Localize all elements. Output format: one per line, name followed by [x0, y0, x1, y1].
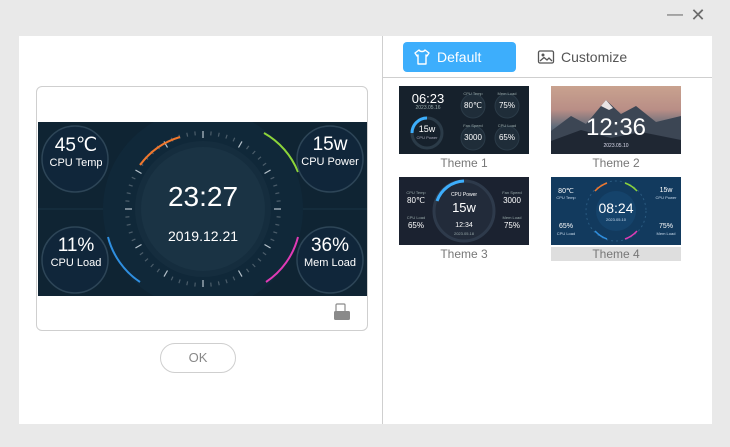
clock-date: 2019.12.21 [167, 228, 239, 244]
theme-thumbnail: CPU Power 15w 12:34 2023.05.18 CPU Temp … [399, 177, 529, 245]
tab-label: Customize [561, 49, 628, 65]
thumb-gauges [410, 93, 520, 151]
theme-thumbnail: 08:24 2023.05.10 80℃ CPU Temp 15w CPU Po… [551, 177, 681, 245]
thumb-value: 15w [418, 124, 436, 134]
thumb-label: CPU Power [450, 192, 478, 198]
thumb-date: 2023.05.18 [453, 231, 475, 236]
panel-divider [382, 36, 383, 424]
stat-cpu-power: 15w CPU Power [295, 134, 365, 168]
clock-tick [186, 281, 189, 286]
thumb-time: 12:36 [585, 114, 647, 141]
theme-thumbnail: 06:23 2023.05.16 15w CPU Power CPU Temp … [399, 86, 529, 154]
thumb-label: Mem Load [497, 91, 517, 96]
theme-name: Theme 3 [440, 247, 488, 261]
thumb-label: Mem Load [502, 215, 522, 220]
thumb-label: CPU Power [416, 135, 438, 140]
thumb-label: CPU Load [406, 215, 426, 220]
stat-label: CPU Load [50, 257, 102, 269]
clock-tick [275, 192, 280, 195]
thumb-value: 15w [659, 187, 673, 194]
thumb-value: 65% [407, 221, 424, 230]
ok-button[interactable]: OK [160, 343, 236, 373]
thumb-time: 08:24 [598, 200, 634, 216]
stat-value: 36% [310, 235, 350, 256]
thumb-value: 80℃ [558, 188, 574, 195]
thumb-label: Mem Load [656, 231, 676, 236]
thumb-label: Fan Speed [463, 123, 483, 128]
clock-tick [217, 281, 220, 286]
stat-label: CPU Power [301, 156, 359, 168]
thumb-date: 2023.05.10 [603, 143, 629, 149]
thumb-value: 3000 [464, 133, 482, 142]
image-icon [537, 50, 555, 64]
dialog-body: 23:27 2019.12.21 45℃ CPU Temp 15w CPU Po… [19, 36, 712, 424]
thumb-value: 3000 [503, 196, 521, 205]
stat-label: Mem Load [304, 257, 356, 269]
tab-default[interactable]: Default [403, 42, 516, 72]
theme-name: Theme 2 [592, 156, 640, 170]
tab-customize[interactable]: Customize [527, 42, 637, 72]
clock-tick [126, 192, 131, 195]
stat-cpu-temp: 45℃ CPU Temp [41, 134, 111, 169]
tab-separator [383, 77, 712, 78]
stat-value: 15w [312, 134, 348, 155]
thumb-value: 15w [452, 200, 476, 215]
thumb-value: 75% [658, 223, 673, 230]
close-button[interactable]: ✕ [687, 4, 709, 26]
stat-cpu-load: 11% CPU Load [41, 235, 111, 269]
theme-thumbnail: 12:36 2023.05.10 [551, 86, 681, 154]
thumb-label: CPU Temp [556, 195, 576, 200]
preview-screen: 23:27 2019.12.21 45℃ CPU Temp 15w CPU Po… [38, 122, 367, 296]
thumb-value: 75% [503, 221, 520, 230]
thumb-date: 2023.05.10 [605, 217, 627, 222]
thumb-label: CPU Load [556, 231, 576, 236]
theme-name: Theme 1 [440, 156, 488, 170]
clock-tick [275, 223, 280, 226]
tshirt-icon [414, 49, 430, 65]
thumb-label: CPU Temp [463, 91, 483, 96]
thumb-label: CPU Power [655, 195, 677, 200]
thumb-value: 65% [558, 223, 573, 230]
thumb-value: 75% [498, 101, 515, 110]
thumb-label: CPU Load [497, 123, 517, 128]
stat-mem-load: 36% Mem Load [295, 235, 365, 269]
theme-name: Theme 4 [551, 247, 681, 261]
thumb-label: Fan Speed [502, 190, 522, 195]
thumb-time: 12:34 [455, 222, 473, 229]
preview-card: 23:27 2019.12.21 45℃ CPU Temp 15w CPU Po… [36, 86, 368, 331]
thumb-label: CPU Temp [406, 190, 426, 195]
clock-tick [217, 132, 220, 137]
clock-tick [126, 223, 131, 226]
stat-value: 45℃ [54, 135, 98, 156]
stat-value: 11% [57, 235, 95, 256]
thumb-value: 80℃ [407, 196, 425, 205]
minimize-button[interactable]: — [664, 4, 686, 26]
clock-time: 23:27 [167, 181, 239, 212]
tab-label: Default [437, 49, 482, 65]
stat-label: CPU Temp [49, 157, 103, 169]
device-icon[interactable] [332, 302, 352, 322]
thumb-value: 80℃ [464, 101, 482, 110]
clock-tick [186, 132, 189, 137]
thumb-value: 65% [498, 133, 515, 142]
